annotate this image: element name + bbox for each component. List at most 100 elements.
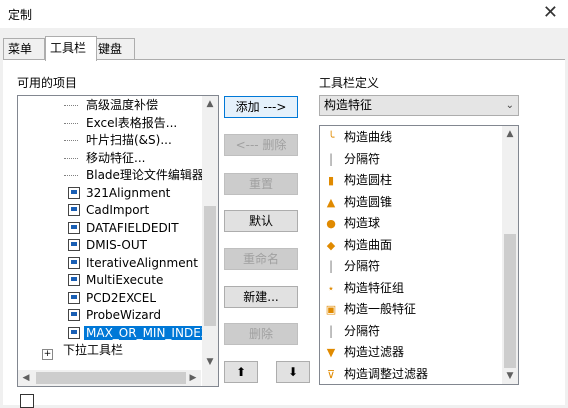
horizontal-scrollbar[interactable]: ◀ ▶	[18, 370, 201, 386]
scroll-up-icon[interactable]: ▲	[202, 96, 218, 112]
toolbar-def-item[interactable]: ▮ 构造圆柱	[324, 170, 392, 192]
tree-item-label: CadImport	[86, 203, 150, 217]
window-title: 定制	[8, 8, 33, 22]
tree-item-label: IterativeAlignment	[86, 255, 198, 270]
cylinder-icon: ▮	[327, 174, 335, 187]
macro-icon	[68, 291, 80, 304]
remove-button[interactable]: <--- 删除	[224, 134, 298, 156]
tree-line-icon	[64, 99, 80, 111]
tree-line-icon	[64, 134, 80, 146]
toolbar-def-item[interactable]: ⋆ 构造特征组	[324, 278, 404, 300]
macro-icon	[68, 186, 80, 199]
toolbar-def-label: 构造一般特征	[344, 302, 417, 316]
tree-item[interactable]: 移动特征...	[64, 150, 147, 168]
tree-item-label: MultiExecute	[86, 273, 164, 287]
toolbar-definition-label: 工具栏定义	[319, 76, 380, 90]
chevron-down-icon: ⌄	[505, 100, 514, 111]
tree-item[interactable]: Blade理论文件编辑器(&	[64, 167, 218, 185]
right-vertical-scrollbar[interactable]: ▲ ▼	[502, 126, 518, 384]
separator-icon: |	[328, 259, 334, 273]
toolbar-def-item[interactable]: ╰ 构造曲线	[324, 127, 392, 149]
toolbar-def-item[interactable]: ⊽ 构造调整过滤器	[324, 364, 428, 385]
toolbar-def-item[interactable]: ▲ 构造圆锥	[324, 192, 392, 214]
vertical-scrollbar[interactable]: ▲ ▼	[202, 96, 218, 386]
tree-item[interactable]: MultiExecute	[68, 272, 165, 290]
tree-item-label: 移动特征...	[86, 150, 146, 165]
surface-icon: ◆	[326, 238, 336, 252]
toolbar-select-value: 构造特征	[324, 98, 373, 112]
tree-item[interactable]: IterativeAlignment	[68, 255, 200, 273]
separator-icon: |	[328, 323, 334, 338]
tree-item-label: 叶片扫描(&S)...	[86, 133, 172, 147]
tab-menu[interactable]: 菜单	[3, 38, 45, 59]
toolbar-definition-list[interactable]: ╰ 构造曲线 | 分隔符 ▮ 构造圆柱 ▲ 构造圆锥 ● 构造球 ◆ 构造曲面 | 分隔符 ⋆ 构造特征组 ▣ 构…	[319, 125, 519, 385]
tree-item-label: 321Alignment	[86, 185, 171, 200]
add-button[interactable]: 添加 --->	[224, 96, 298, 118]
macro-icon	[68, 309, 80, 321]
toolbar-def-label: 构造过滤器	[344, 345, 405, 359]
tree-item[interactable]: CadImport	[68, 202, 151, 220]
available-items-label: 可用的项目	[17, 76, 78, 90]
h-scroll-thumb[interactable]	[36, 372, 186, 384]
toolbar-def-label: 构造特征组	[344, 280, 405, 295]
adjust-filter-icon: ⊽	[326, 367, 336, 381]
right-scroll-thumb[interactable]	[504, 234, 516, 368]
tree-item[interactable]: 321Alignment	[68, 185, 172, 203]
macro-icon	[68, 256, 80, 269]
tree-item-label: DMIS-OUT	[86, 238, 147, 252]
tree-item[interactable]: DMIS-OUT	[68, 237, 149, 255]
tree-item[interactable]: 高级温度补偿	[64, 97, 160, 115]
macro-icon	[68, 326, 80, 339]
tree-item-label: Excel表格报告...	[86, 115, 178, 130]
toolbar-def-item[interactable]: | 分隔符	[324, 149, 380, 171]
toolbar-def-label: 构造球	[344, 216, 381, 230]
delete-button[interactable]: 删除	[224, 323, 298, 345]
reset-button[interactable]: 重置	[224, 173, 298, 195]
separator-icon: |	[328, 151, 334, 166]
move-down-button[interactable]: ⬇	[276, 361, 310, 383]
new-button[interactable]: 新建...	[224, 286, 298, 308]
toolbar-def-item[interactable]: | 分隔符	[324, 256, 380, 278]
tree-line-icon	[64, 169, 80, 181]
toolbar-def-label: 构造曲面	[344, 237, 393, 252]
toolbar-def-item[interactable]: ▣ 构造一般特征	[324, 299, 416, 321]
toolbar-select[interactable]: 构造特征 ⌄	[319, 95, 519, 116]
tree-item-label: Blade理论文件编辑器(&	[86, 168, 218, 182]
scroll-right-icon[interactable]: ▶	[185, 370, 201, 386]
tree-item[interactable]: + 下拉工具栏	[42, 342, 125, 360]
sphere-icon: ●	[326, 217, 336, 230]
tree-item[interactable]: Excel表格报告...	[64, 115, 179, 133]
move-up-button[interactable]: ⬆	[224, 361, 258, 383]
tab-strip: 菜单 工具栏 键盘	[0, 36, 568, 61]
curve-icon: ╰	[327, 131, 335, 144]
close-icon[interactable]: ✕	[543, 2, 558, 23]
toolbar-def-item[interactable]: ▼ 构造过滤器	[324, 342, 404, 364]
default-button[interactable]: 默认	[224, 210, 298, 232]
filter-icon: ▼	[326, 346, 336, 359]
tree-item[interactable]: DATAFIELDEDIT	[68, 220, 181, 238]
scroll-left-icon[interactable]: ◀	[18, 370, 34, 386]
rename-button[interactable]: 重命名	[224, 248, 298, 270]
toolbar-def-item[interactable]: ◆ 构造曲面	[324, 235, 392, 257]
toolbar-def-label: 分隔符	[344, 151, 381, 166]
scroll-thumb[interactable]	[204, 206, 216, 326]
toolbar-def-label: 构造圆锥	[344, 194, 393, 209]
right-scroll-down-icon[interactable]: ▼	[502, 368, 518, 384]
right-scroll-up-icon[interactable]: ▲	[502, 126, 518, 142]
toolbar-def-item[interactable]: ● 构造球	[324, 213, 380, 235]
tree-item[interactable]: PCD2EXCEL	[68, 290, 158, 308]
macro-icon	[68, 221, 80, 234]
tree-item[interactable]: 叶片扫描(&S)...	[64, 132, 174, 150]
feature-set-icon: ⋆	[327, 281, 335, 295]
tab-keyboard[interactable]: 键盘	[93, 38, 135, 59]
toolbar-def-item[interactable]: | 分隔符	[324, 321, 380, 343]
scroll-down-icon[interactable]: ▼	[202, 354, 218, 370]
available-items-list[interactable]: 高级温度补偿 Excel表格报告... 叶片扫描(&S)... 移动特征... Blad…	[17, 95, 219, 387]
expand-icon[interactable]: +	[42, 349, 53, 360]
bottom-checkbox[interactable]	[20, 394, 34, 408]
macro-icon	[68, 274, 80, 286]
tab-toolbar[interactable]: 工具栏	[45, 36, 97, 61]
tree-item[interactable]: ProbeWizard	[68, 307, 163, 325]
toolbar-def-label: 构造曲线	[344, 130, 393, 144]
tree-item[interactable]: MAX_OR_MIN_INDEX	[68, 325, 211, 343]
